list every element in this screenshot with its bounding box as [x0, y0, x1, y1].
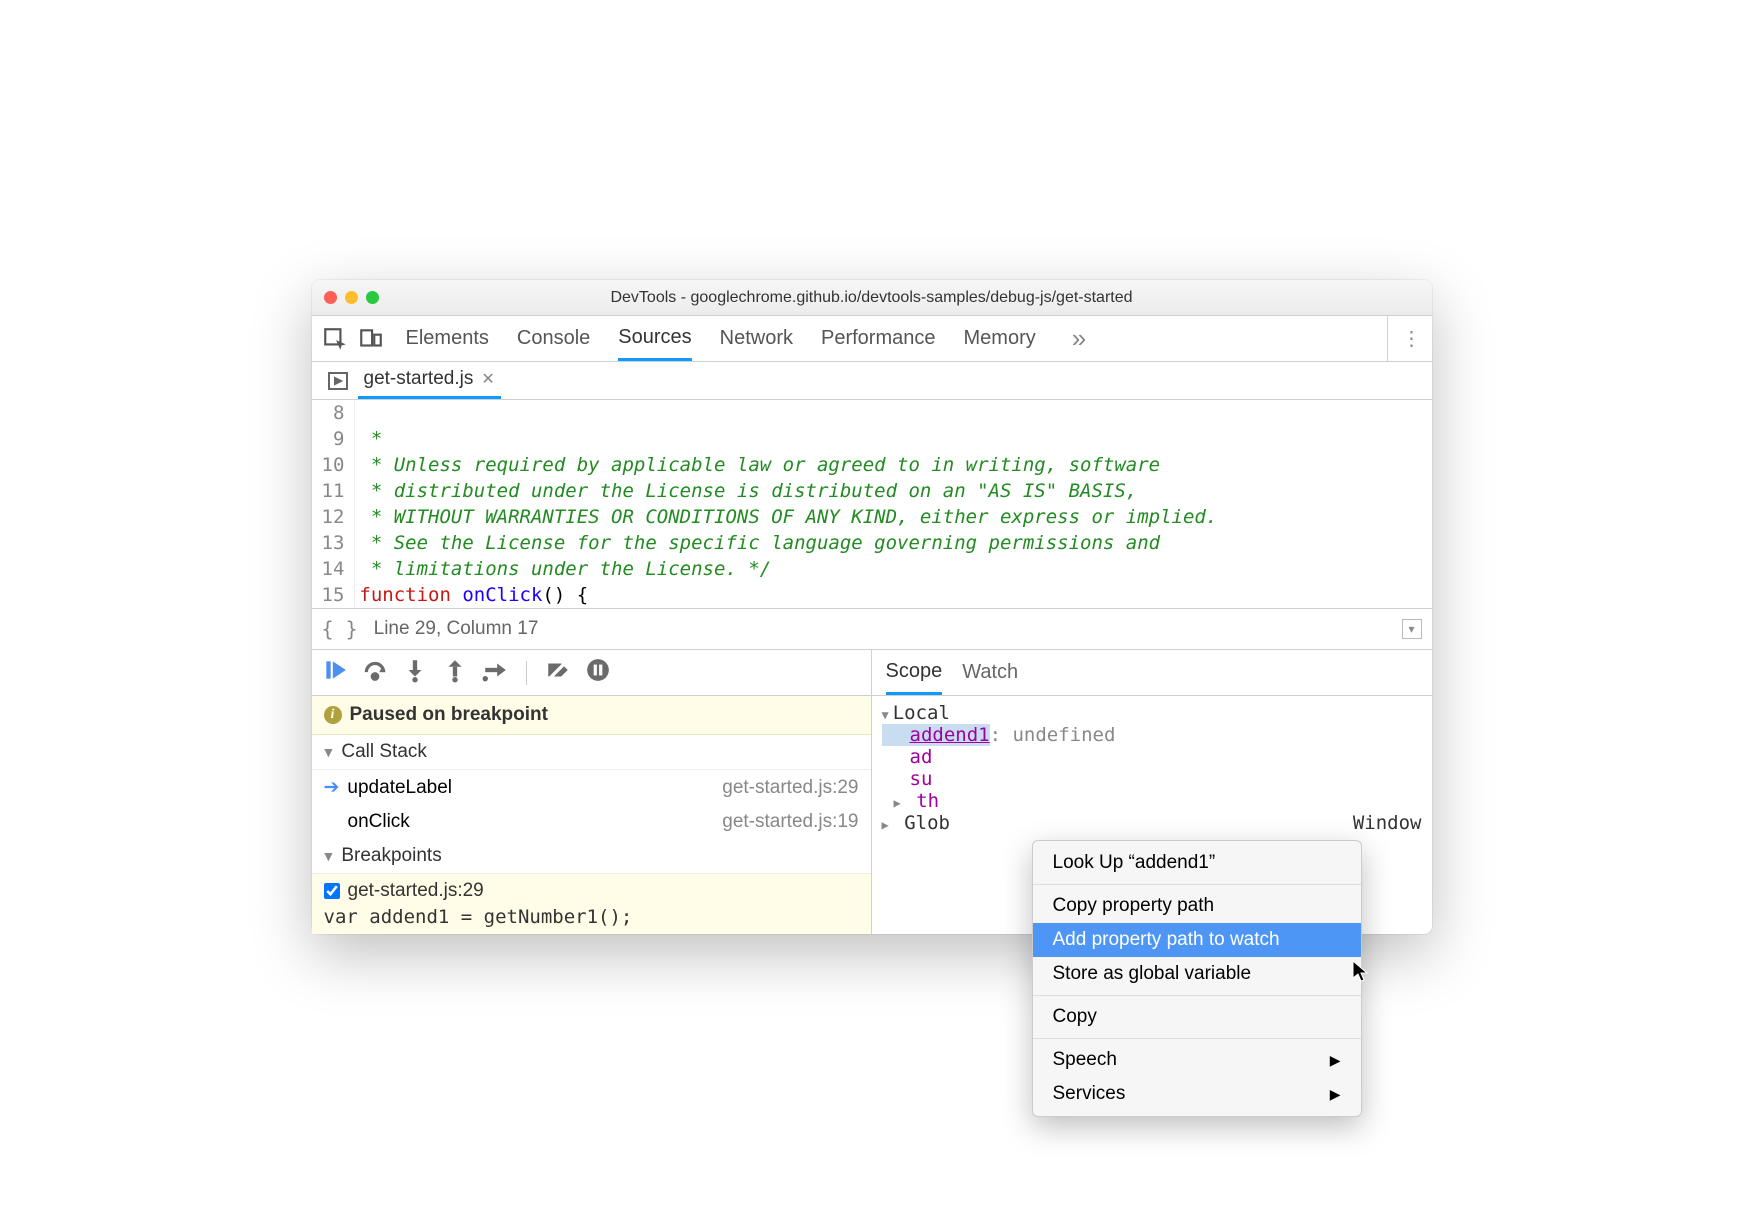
- step-into-icon[interactable]: [402, 657, 428, 688]
- paused-banner: i Paused on breakpoint: [312, 696, 871, 735]
- debugger-left-panel: i Paused on breakpoint ▼ Call Stack ➔upd…: [312, 650, 872, 934]
- code-editor[interactable]: 8910 111213 141516 * * Unless required b…: [312, 400, 1432, 608]
- disclosure-triangle-icon: ▼: [322, 744, 336, 760]
- step-out-icon[interactable]: [442, 657, 468, 688]
- menu-services[interactable]: Services▶: [1033, 1077, 1361, 1111]
- menu-add-property-path-to-watch[interactable]: Add property path to watch: [1033, 923, 1361, 957]
- code-content[interactable]: * * Unless required by applicable law or…: [355, 400, 1221, 608]
- submenu-arrow-icon: ▶: [1330, 1086, 1341, 1103]
- collapse-icon[interactable]: ▾: [1402, 619, 1422, 639]
- inspect-element-icon[interactable]: [322, 326, 348, 352]
- kebab-menu-icon[interactable]: ⋮: [1402, 326, 1422, 351]
- line-gutter: 8910 111213 141516: [312, 400, 356, 608]
- traffic-lights: [324, 291, 379, 304]
- submenu-arrow-icon: ▶: [1330, 1052, 1341, 1069]
- cursor-position: Line 29, Column 17: [374, 618, 539, 640]
- panel-tabs: Elements Console Sources Network Perform…: [406, 316, 1377, 361]
- menu-store-as-global[interactable]: Store as global variable: [1033, 957, 1361, 991]
- close-traffic-light[interactable]: [324, 291, 337, 304]
- scope-variable-addend1[interactable]: addend1: [882, 724, 990, 746]
- tab-network[interactable]: Network: [720, 316, 793, 361]
- pause-exceptions-icon[interactable]: [585, 657, 611, 688]
- more-tabs-icon[interactable]: »: [1064, 323, 1094, 354]
- tab-watch[interactable]: Watch: [962, 661, 1018, 684]
- menu-copy[interactable]: Copy: [1033, 1000, 1361, 1034]
- scope-global-value: Window: [1353, 812, 1422, 834]
- window-title: DevTools - googlechrome.github.io/devtoo…: [312, 289, 1432, 307]
- callstack-frame[interactable]: onClick get-started.js:19: [312, 805, 871, 839]
- info-icon: i: [324, 706, 342, 724]
- debug-controls: [312, 650, 871, 696]
- file-tab-label: get-started.js: [364, 368, 474, 390]
- tab-elements[interactable]: Elements: [406, 316, 489, 361]
- titlebar: DevTools - googlechrome.github.io/devtoo…: [312, 280, 1432, 316]
- step-over-icon[interactable]: [362, 657, 388, 688]
- current-frame-icon: ➔: [324, 776, 340, 799]
- tab-memory[interactable]: Memory: [964, 316, 1036, 361]
- device-toolbar-icon[interactable]: [358, 326, 384, 352]
- file-tab-get-started[interactable]: get-started.js ✕: [358, 362, 501, 399]
- breakpoint-item[interactable]: get-started.js:29 var addend1 = getNumbe…: [312, 874, 871, 934]
- resume-icon[interactable]: [322, 657, 348, 688]
- close-icon[interactable]: ✕: [481, 369, 494, 389]
- zoom-traffic-light[interactable]: [366, 291, 379, 304]
- devtools-window: DevTools - googlechrome.github.io/devtoo…: [312, 280, 1432, 934]
- tab-scope[interactable]: Scope: [886, 650, 943, 695]
- navigator-toggle-icon[interactable]: [326, 369, 350, 393]
- tab-console[interactable]: Console: [517, 316, 590, 361]
- deactivate-breakpoints-icon[interactable]: [545, 657, 571, 688]
- tab-performance[interactable]: Performance: [821, 316, 936, 361]
- main-toolbar: Elements Console Sources Network Perform…: [312, 316, 1432, 362]
- file-tab-bar: get-started.js ✕: [312, 362, 1432, 400]
- scope-watch-tabs: Scope Watch: [872, 650, 1432, 696]
- minimize-traffic-light[interactable]: [345, 291, 358, 304]
- breakpoints-header[interactable]: ▼ Breakpoints: [312, 839, 871, 874]
- menu-speech[interactable]: Speech▶: [1033, 1043, 1361, 1077]
- scope-variable[interactable]: su: [882, 768, 1422, 790]
- scope-variable[interactable]: ad: [882, 746, 1422, 768]
- scope-tree[interactable]: ▼Local addend1: undefined ad su ▶ th ▶ G…: [872, 696, 1432, 840]
- callstack-header[interactable]: ▼ Call Stack: [312, 735, 871, 770]
- tab-sources[interactable]: Sources: [618, 316, 691, 361]
- disclosure-triangle-icon: ▼: [322, 848, 336, 864]
- pretty-print-icon[interactable]: { }: [322, 617, 358, 641]
- callstack-frame[interactable]: ➔updateLabel get-started.js:29: [312, 770, 871, 805]
- menu-copy-property-path[interactable]: Copy property path: [1033, 889, 1361, 923]
- context-menu: Look Up “addend1” Copy property path Add…: [1032, 840, 1362, 1117]
- breakpoint-checkbox[interactable]: [324, 883, 340, 899]
- step-icon[interactable]: [482, 657, 508, 688]
- editor-statusbar: { } Line 29, Column 17 ▾: [312, 608, 1432, 650]
- menu-lookup[interactable]: Look Up “addend1”: [1033, 846, 1361, 880]
